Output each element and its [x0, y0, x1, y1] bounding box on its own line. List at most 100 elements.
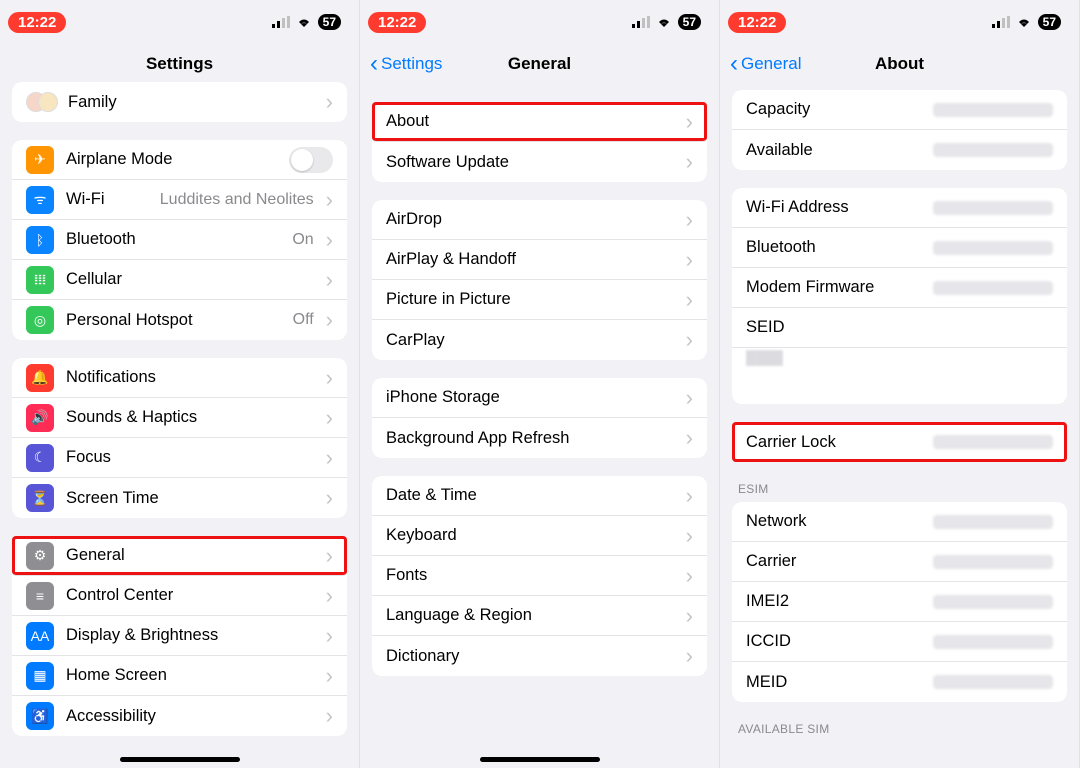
row-general[interactable]: ⚙General›: [12, 536, 347, 576]
toggle-switch[interactable]: [289, 147, 333, 173]
status-bar: 12:22 57: [720, 0, 1079, 44]
row-label: Sounds & Haptics: [66, 408, 322, 427]
row-label: Network: [746, 512, 933, 531]
group-general: ⚙ General › ≡Control Center›AADisplay & Bri…: [12, 536, 347, 736]
row-focus[interactable]: ☾Focus›: [12, 438, 347, 478]
battery-indicator: 57: [1038, 14, 1061, 30]
row-personal-hotspot[interactable]: ◎Personal HotspotOff›: [12, 300, 347, 340]
row-cellular[interactable]: 𝍖Cellular›: [12, 260, 347, 300]
row-seid[interactable]: SEID: [732, 308, 1067, 348]
bell-icon: 🔔: [26, 364, 54, 392]
row-keyboard[interactable]: Keyboard›: [372, 516, 707, 556]
row-screen-time[interactable]: ⏳Screen Time›: [12, 478, 347, 518]
row-label: Home Screen: [66, 666, 322, 685]
chevron-right-icon: ›: [326, 229, 333, 251]
hourglass-icon: ⏳: [26, 484, 54, 512]
row-sounds-haptics[interactable]: 🔊Sounds & Haptics›: [12, 398, 347, 438]
row-family[interactable]: Family ›: [12, 82, 347, 122]
row-wi-fi-address[interactable]: Wi-Fi Address: [732, 188, 1067, 228]
row-carplay[interactable]: CarPlay›: [372, 320, 707, 360]
group-notif: 🔔Notifications›🔊Sounds & Haptics›☾Focus›…: [12, 358, 347, 518]
row-dictionary[interactable]: Dictionary›: [372, 636, 707, 676]
group-family: Family ›: [12, 82, 347, 122]
row-label: ████: [746, 348, 783, 404]
chevron-right-icon: ›: [686, 329, 693, 351]
row-iphone-storage[interactable]: iPhone Storage›: [372, 378, 707, 418]
blurred-value: [933, 435, 1053, 449]
row-capacity[interactable]: Capacity: [732, 90, 1067, 130]
row-label: Cellular: [66, 270, 322, 289]
row-label: Fonts: [386, 566, 682, 585]
row-label: Date & Time: [386, 486, 682, 505]
row-notifications[interactable]: 🔔Notifications›: [12, 358, 347, 398]
status-indicators: 57: [272, 14, 341, 30]
section-esim: ESIM: [738, 482, 1061, 496]
chevron-right-icon: ›: [326, 665, 333, 687]
grid-icon: ▦: [26, 662, 54, 690]
row-imei2[interactable]: IMEI2: [732, 582, 1067, 622]
row-carrier[interactable]: Carrier: [732, 542, 1067, 582]
chevron-right-icon: ›: [326, 269, 333, 291]
wifi-icon: [656, 16, 672, 28]
row-label: Screen Time: [66, 489, 322, 508]
phone-about: 12:22 57 ‹ General About CapacityAvailab…: [720, 0, 1080, 768]
status-bar: 12:22 57: [0, 0, 359, 44]
row-blurred[interactable]: ████: [732, 348, 1067, 404]
row-label: Focus: [66, 448, 322, 467]
row-picture-in-picture[interactable]: Picture in Picture›: [372, 280, 707, 320]
nav-header: ‹ Settings General: [360, 44, 719, 84]
row-label: Wi-Fi: [66, 190, 160, 209]
row-control-center[interactable]: ≡Control Center›: [12, 576, 347, 616]
phone-general: 12:22 57 ‹ Settings General About›Softwa…: [360, 0, 720, 768]
blurred-value: [933, 515, 1053, 529]
row-label: Control Center: [66, 586, 322, 605]
row-modem-firmware[interactable]: Modem Firmware: [732, 268, 1067, 308]
row-airplane-mode[interactable]: ✈Airplane Mode: [12, 140, 347, 180]
group-addresses: Wi-Fi Address Bluetooth Modem Firmware SEID…: [732, 188, 1067, 404]
group-about: About›Software Update›: [372, 102, 707, 182]
speaker-icon: 🔊: [26, 404, 54, 432]
row-network[interactable]: Network: [732, 502, 1067, 542]
row-home-screen[interactable]: ▦ Home Screen›: [12, 656, 347, 696]
chevron-right-icon: ›: [686, 605, 693, 627]
row-carrier-lock[interactable]: Carrier Lock: [732, 422, 1067, 462]
wifi-icon: [1016, 16, 1032, 28]
row-language-region[interactable]: Language & Region›: [372, 596, 707, 636]
row-bluetooth[interactable]: ᛒBluetoothOn›: [12, 220, 347, 260]
row-iccid[interactable]: ICCID: [732, 622, 1067, 662]
row-background-app-refresh[interactable]: Background App Refresh›: [372, 418, 707, 458]
row-label: Language & Region: [386, 606, 682, 625]
page-title: General: [508, 54, 571, 74]
cellular-icon: [992, 16, 1010, 28]
row-fonts[interactable]: Fonts›: [372, 556, 707, 596]
row-meid[interactable]: MEID: [732, 662, 1067, 702]
chevron-right-icon: ›: [326, 447, 333, 469]
row-label: Notifications: [66, 368, 322, 387]
row-detail: On: [292, 231, 313, 249]
chevron-right-icon: ›: [686, 485, 693, 507]
cellular-icon: [272, 16, 290, 28]
row-label: Modem Firmware: [746, 278, 933, 297]
row-label: General: [66, 546, 322, 565]
row-accessibility[interactable]: ♿Accessibility›: [12, 696, 347, 736]
back-button[interactable]: ‹ General: [730, 44, 801, 84]
row-label: Software Update: [386, 153, 682, 172]
status-time: 12:22: [8, 12, 66, 33]
back-button[interactable]: ‹ Settings: [370, 44, 442, 84]
blurred-value: [933, 635, 1053, 649]
row-available[interactable]: Available: [732, 130, 1067, 170]
chevron-right-icon: ›: [686, 427, 693, 449]
row-software-update[interactable]: Software Update›: [372, 142, 707, 182]
row-airplay-handoff[interactable]: AirPlay & Handoff›: [372, 240, 707, 280]
home-indicator: [480, 757, 600, 762]
row-date-time[interactable]: Date & Time›: [372, 476, 707, 516]
scroll-area: Family › ✈Airplane ModeᯤWi-FiLuddites an…: [0, 76, 359, 760]
gear-icon: ⚙: [26, 542, 54, 570]
row-wi-fi[interactable]: ᯤWi-FiLuddites and Neolites›: [12, 180, 347, 220]
row-label: Wi-Fi Address: [746, 198, 933, 217]
row-airdrop[interactable]: AirDrop›: [372, 200, 707, 240]
row-about[interactable]: About›: [372, 102, 707, 142]
row-label: Bluetooth: [66, 230, 292, 249]
row-bluetooth[interactable]: Bluetooth: [732, 228, 1067, 268]
row-display-brightness[interactable]: AADisplay & Brightness›: [12, 616, 347, 656]
